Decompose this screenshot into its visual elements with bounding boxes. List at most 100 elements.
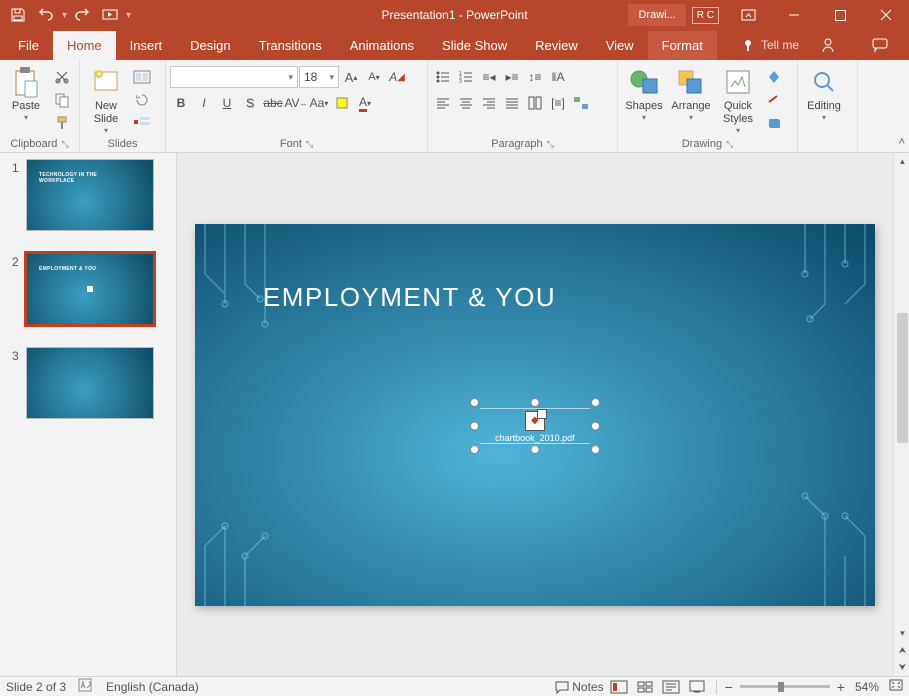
contextual-tab-drawing[interactable]: Drawi... — [628, 4, 685, 26]
scroll-up-icon[interactable]: ▴ — [894, 153, 909, 170]
tab-review[interactable]: Review — [521, 31, 592, 60]
decrease-font-icon[interactable]: A▾ — [363, 66, 385, 88]
clipboard-launcher-icon[interactable]: ⤡ — [61, 139, 68, 150]
tab-view[interactable]: View — [592, 31, 648, 60]
zoom-level[interactable]: 54% — [855, 680, 879, 694]
maximize-icon[interactable] — [817, 0, 863, 30]
editing-button[interactable]: Editing▾ — [802, 62, 846, 123]
section-icon[interactable] — [131, 112, 153, 134]
tab-transitions[interactable]: Transitions — [245, 31, 336, 60]
justify-icon[interactable] — [501, 92, 523, 114]
new-slide-button[interactable]: New Slide ▾ — [84, 62, 128, 136]
increase-indent-icon[interactable]: ▸≡ — [501, 66, 523, 88]
italic-icon[interactable]: I — [193, 92, 215, 114]
quick-styles-button[interactable]: Quick Styles▾ — [716, 62, 760, 136]
prev-slide-icon[interactable]: ⮝ — [894, 642, 909, 659]
slide-thumbnail-pane[interactable]: 1 TECHNOLOGY IN THE WORKPLACE 2 EMPLOYME… — [0, 153, 177, 676]
close-icon[interactable] — [863, 0, 909, 30]
shape-outline-icon[interactable] — [763, 89, 785, 111]
slide-title-text[interactable]: EMPLOYMENT & YOU — [263, 282, 556, 313]
clear-formatting-icon[interactable]: A◢ — [386, 66, 408, 88]
underline-icon[interactable]: U — [216, 92, 238, 114]
arrange-button[interactable]: Arrange▾ — [669, 62, 713, 123]
embedded-object[interactable]: ◆ chartbook_2010.pdf — [480, 408, 590, 444]
change-case-icon[interactable]: Aa▾ — [308, 92, 330, 114]
fit-to-window-icon[interactable] — [889, 679, 903, 694]
tab-design[interactable]: Design — [176, 31, 244, 60]
tab-insert[interactable]: Insert — [116, 31, 177, 60]
spellcheck-icon[interactable] — [78, 678, 94, 695]
scroll-thumb[interactable] — [897, 313, 908, 443]
shapes-button[interactable]: Shapes▾ — [622, 62, 666, 123]
highlight-icon[interactable] — [331, 92, 353, 114]
numbering-icon[interactable]: 123 — [455, 66, 477, 88]
tab-file[interactable]: File — [4, 31, 53, 60]
increase-font-icon[interactable]: A▴ — [340, 66, 362, 88]
format-painter-icon[interactable] — [51, 112, 73, 134]
tab-home[interactable]: Home — [53, 31, 116, 60]
paragraph-launcher-icon[interactable]: ⤡ — [547, 139, 554, 150]
shape-effects-icon[interactable] — [763, 112, 785, 134]
align-center-icon[interactable] — [455, 92, 477, 114]
tell-me-search[interactable]: Tell me — [742, 38, 799, 52]
zoom-out-icon[interactable]: − — [725, 679, 733, 695]
font-color-icon[interactable]: A▾ — [354, 92, 376, 114]
next-slide-icon[interactable]: ⮟ — [894, 659, 909, 676]
drawing-launcher-icon[interactable]: ⤡ — [726, 139, 733, 150]
ribbon-display-options-icon[interactable] — [725, 0, 771, 30]
thumbnail-2[interactable]: 2 EMPLOYMENT & YOU — [12, 253, 164, 325]
line-spacing-icon[interactable]: ↕≡ — [524, 66, 546, 88]
char-spacing-icon[interactable]: AV↔ — [285, 92, 307, 114]
zoom-slider[interactable] — [740, 685, 830, 688]
undo-icon[interactable] — [33, 1, 61, 29]
comments-icon[interactable] — [857, 30, 903, 60]
normal-view-icon[interactable] — [608, 678, 630, 696]
layout-icon[interactable] — [131, 66, 153, 88]
tab-animations[interactable]: Animations — [336, 31, 428, 60]
vertical-scrollbar[interactable]: ▴ ▾ ⮝ ⮟ — [893, 153, 909, 676]
smartart-convert-icon[interactable] — [570, 92, 592, 114]
columns-icon[interactable] — [524, 92, 546, 114]
align-right-icon[interactable] — [478, 92, 500, 114]
cut-icon[interactable] — [51, 66, 73, 88]
align-text-icon[interactable]: [≡] — [547, 92, 569, 114]
thumbnail-1[interactable]: 1 TECHNOLOGY IN THE WORKPLACE — [12, 159, 164, 231]
strikethrough-icon[interactable]: abc — [262, 92, 284, 114]
language-indicator[interactable]: English (Canada) — [106, 680, 199, 694]
text-direction-icon[interactable]: ‖A — [547, 66, 569, 88]
shape-fill-icon[interactable] — [763, 66, 785, 88]
tab-slideshow[interactable]: Slide Show — [428, 31, 521, 60]
share-icon[interactable] — [805, 30, 851, 60]
paste-button[interactable]: Paste ▾ — [4, 62, 48, 123]
collapse-ribbon-icon[interactable]: ˄ — [899, 136, 905, 148]
align-left-icon[interactable] — [432, 92, 454, 114]
minimize-icon[interactable] — [771, 0, 817, 30]
copy-icon[interactable] — [51, 89, 73, 111]
bullets-icon[interactable] — [432, 66, 454, 88]
reading-view-icon[interactable] — [660, 678, 682, 696]
slide-canvas[interactable]: EMPLOYMENT & YOU ◆ chartbook_2010.pdf — [195, 224, 875, 606]
font-name-input[interactable]: ▾ — [170, 66, 298, 88]
undo-dropdown-icon[interactable]: ▾ — [62, 10, 67, 21]
reset-slide-icon[interactable] — [131, 89, 153, 111]
bold-icon[interactable]: B — [170, 92, 192, 114]
shadow-icon[interactable]: S — [239, 92, 261, 114]
thumbnail-3[interactable]: 3 — [12, 347, 164, 419]
qat-customize-icon[interactable]: ▾ — [126, 10, 131, 21]
slide-edit-area[interactable]: EMPLOYMENT & YOU ◆ chartbook_2010.pdf — [177, 153, 893, 676]
font-size-input[interactable]: 18▾ — [299, 66, 339, 88]
start-from-beginning-icon[interactable] — [97, 1, 125, 29]
scroll-down-icon[interactable]: ▾ — [894, 625, 909, 642]
font-launcher-icon[interactable]: ⤡ — [306, 139, 313, 150]
user-avatar[interactable]: R C — [692, 7, 719, 24]
save-icon[interactable] — [4, 1, 32, 29]
decrease-indent-icon[interactable]: ≡◂ — [478, 66, 500, 88]
redo-icon[interactable] — [68, 1, 96, 29]
slide-counter[interactable]: Slide 2 of 3 — [6, 680, 66, 694]
selection-handles[interactable] — [474, 402, 596, 450]
zoom-in-icon[interactable]: + — [837, 679, 845, 695]
slideshow-view-icon[interactable] — [686, 678, 708, 696]
tab-format[interactable]: Format — [648, 31, 717, 60]
sorter-view-icon[interactable] — [634, 678, 656, 696]
notes-toggle[interactable]: Notes — [555, 680, 603, 694]
